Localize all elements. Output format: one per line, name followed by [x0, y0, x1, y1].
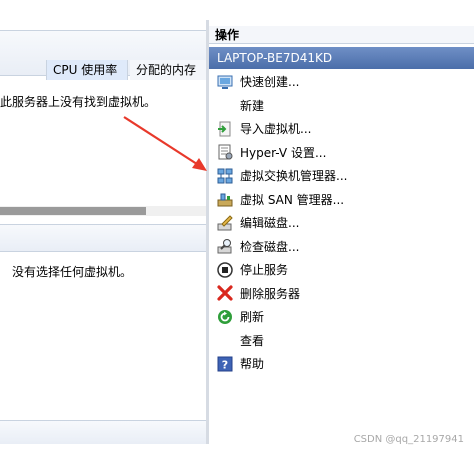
host-header[interactable]: LAPTOP-BE7D41KD — [209, 47, 474, 69]
blank-icon — [217, 97, 233, 113]
quick-create-icon — [217, 74, 233, 90]
action-label: 帮助 — [240, 357, 265, 372]
action-label: Hyper-V 设置... — [240, 145, 327, 160]
import-vm-icon — [217, 121, 233, 137]
inspect-disk-icon — [217, 238, 233, 254]
details-header-bar — [0, 224, 206, 252]
column-header-memory[interactable]: 分配的内存 — [130, 60, 206, 80]
blank-icon — [217, 332, 233, 348]
action-virtual-san-manager[interactable]: 虚拟 SAN 管理器... — [209, 188, 474, 212]
action-label: 编辑磁盘... — [240, 216, 300, 231]
action-label: 导入虚拟机... — [240, 122, 312, 137]
stop-icon — [217, 262, 233, 278]
action-refresh[interactable]: 刷新 — [209, 305, 474, 329]
refresh-icon — [217, 309, 233, 325]
virtual-machines-pane: CPU 使用率 分配的内存 此服务器上没有找到虚拟机。 没有选择任何虚拟机。 — [0, 20, 206, 444]
edit-disk-icon — [217, 215, 233, 231]
column-header-cpu[interactable]: CPU 使用率 — [46, 60, 128, 80]
action-label: 新建 — [240, 98, 265, 113]
action-quick-create[interactable]: 快速创建... — [209, 70, 474, 94]
watermark: CSDN @qq_21197941 — [353, 434, 464, 445]
action-label: 检查磁盘... — [240, 239, 300, 254]
action-label: 虚拟交换机管理器... — [240, 169, 348, 184]
action-hyperv-settings[interactable]: Hyper-V 设置... — [209, 141, 474, 165]
details-bottom-bar — [0, 420, 206, 444]
action-list: 快速创建... 新建 导入虚拟机... Hyper-V 设置... 虚拟交换机管… — [209, 70, 474, 376]
settings-document-icon — [217, 144, 233, 160]
action-remove-server[interactable]: 删除服务器 — [209, 282, 474, 306]
action-new[interactable]: 新建 — [209, 94, 474, 118]
action-edit-disk[interactable]: 编辑磁盘... — [209, 211, 474, 235]
action-label: 刷新 — [240, 310, 265, 325]
svg-text:?: ? — [222, 358, 228, 371]
action-view[interactable]: 查看 — [209, 329, 474, 353]
virtual-switch-icon — [217, 168, 233, 184]
help-icon: ? — [217, 356, 233, 372]
action-label: 虚拟 SAN 管理器... — [240, 192, 345, 207]
action-help[interactable]: ? 帮助 — [209, 352, 474, 376]
actions-pane: 操作 LAPTOP-BE7D41KD 快速创建... 新建 导入虚拟机... H… — [209, 20, 474, 449]
action-inspect-disk[interactable]: 检查磁盘... — [209, 235, 474, 259]
action-label: 停止服务 — [240, 263, 289, 278]
action-stop-service[interactable]: 停止服务 — [209, 258, 474, 282]
no-vm-found-message: 此服务器上没有找到虚拟机。 — [0, 95, 157, 109]
horizontal-scrollbar[interactable] — [0, 206, 206, 216]
action-import-vm[interactable]: 导入虚拟机... — [209, 117, 474, 141]
no-vm-selected-message: 没有选择任何虚拟机。 — [12, 265, 133, 279]
action-label: 删除服务器 — [240, 286, 301, 301]
scrollbar-thumb[interactable] — [0, 207, 146, 215]
action-virtual-switch-manager[interactable]: 虚拟交换机管理器... — [209, 164, 474, 188]
actions-title: 操作 — [209, 26, 474, 44]
virtual-san-icon — [217, 191, 233, 207]
action-label: 查看 — [240, 333, 265, 348]
delete-x-icon — [217, 285, 233, 301]
action-label: 快速创建... — [240, 75, 300, 90]
